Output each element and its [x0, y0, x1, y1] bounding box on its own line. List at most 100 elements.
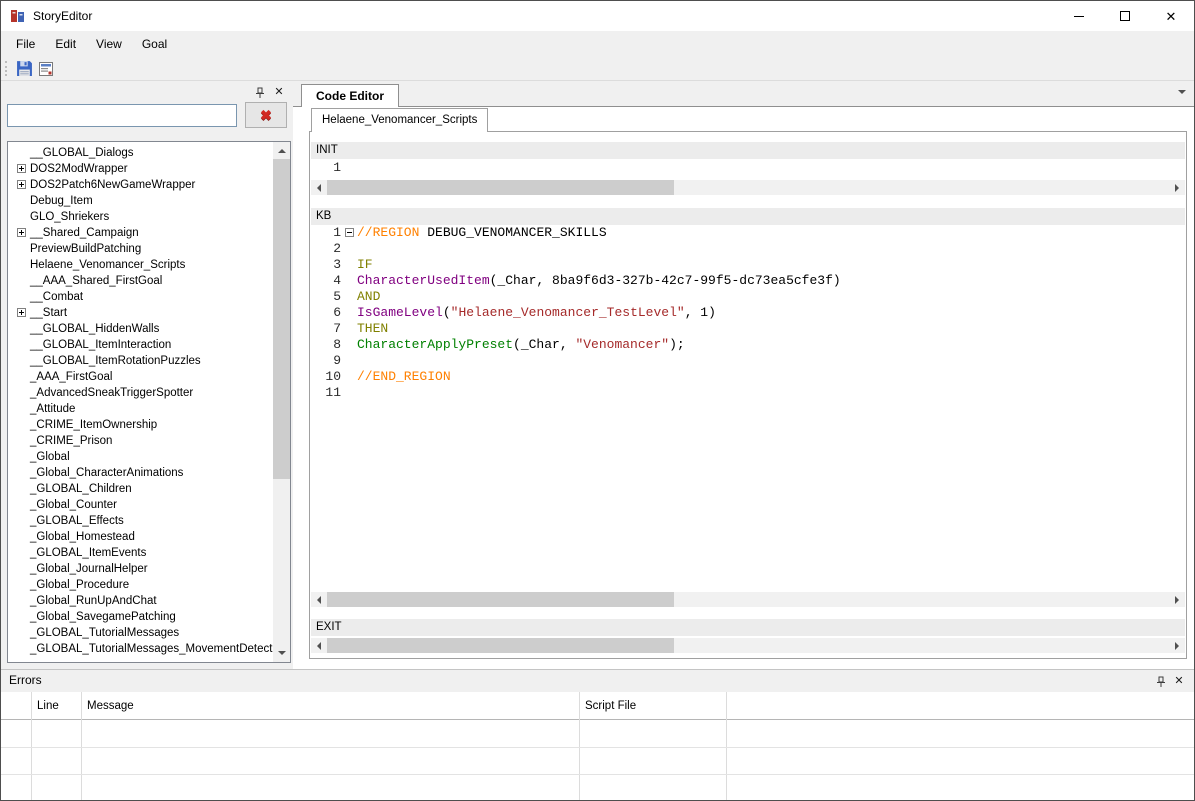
- tree-item[interactable]: _Global_SavegamePatching: [8, 609, 273, 625]
- scroll-left-arrow[interactable]: [311, 592, 326, 607]
- init-horizontal-scrollbar[interactable]: [311, 180, 1185, 195]
- scrollbar-thumb[interactable]: [273, 159, 290, 479]
- tree-item[interactable]: __GLOBAL_ItemInteraction: [8, 337, 273, 353]
- tab-script-file[interactable]: Helaene_Venomancer_Scripts: [311, 108, 489, 132]
- pin-icon[interactable]: [1154, 675, 1168, 689]
- expand-icon[interactable]: [17, 228, 26, 237]
- fold-collapse-icon[interactable]: [345, 228, 354, 237]
- scrollbar-thumb[interactable]: [327, 638, 674, 653]
- tree-vertical-scrollbar[interactable]: [273, 142, 290, 662]
- tree-item-label: __GLOBAL_Dialogs: [30, 147, 134, 159]
- scroll-right-arrow[interactable]: [1170, 592, 1185, 607]
- tree-item[interactable]: GLO_Shriekers: [8, 209, 273, 225]
- scrollbar-thumb[interactable]: [327, 180, 674, 195]
- menu-item-file[interactable]: File: [6, 31, 45, 57]
- expand-icon[interactable]: [17, 164, 26, 173]
- scroll-right-arrow[interactable]: [1170, 638, 1185, 653]
- tree-item-label: _AAA_FirstGoal: [30, 371, 113, 383]
- exit-horizontal-scrollbar[interactable]: [311, 638, 1185, 653]
- scroll-left-arrow[interactable]: [311, 180, 326, 195]
- tree-item[interactable]: __Shared_Campaign: [8, 225, 273, 241]
- code-line: 8 CharacterApplyPreset(_Char, "Venomancer…: [311, 337, 1185, 353]
- goal-search-input[interactable]: [7, 104, 237, 127]
- goals-panel-close-icon[interactable]: ✕: [272, 85, 286, 99]
- line-number: 9: [333, 353, 341, 368]
- tree-item-label: _GLOBAL_TutorialMessages: [30, 627, 180, 639]
- expand-icon[interactable]: [17, 180, 26, 189]
- code-line: 1: [311, 160, 1185, 176]
- maximize-button[interactable]: [1102, 1, 1148, 31]
- tree-item-label: _Global: [30, 451, 70, 463]
- tab-code-editor[interactable]: Code Editor: [301, 84, 399, 107]
- line-number: 8: [333, 337, 341, 352]
- tree-item[interactable]: Debug_Item: [8, 193, 273, 209]
- kb-code-editor[interactable]: 1 //REGION DEBUG_VENOMANCER_SKILLS 2 3 IF 4 Ch…: [311, 225, 1185, 590]
- tree-item[interactable]: _CRIME_Prison: [8, 433, 273, 449]
- goals-panel: ✕ ✖ __GLOBAL_Dialogs DOS2ModWrapper DOS2Pa…: [1, 81, 293, 669]
- menu-item-goal[interactable]: Goal: [132, 31, 177, 57]
- tree-item[interactable]: DOS2ModWrapper: [8, 161, 273, 177]
- clear-search-button[interactable]: ✖: [245, 102, 287, 128]
- generate-definitions-button[interactable]: [35, 58, 57, 80]
- code-text: IsGameLevel("Helaene_Venomancer_TestLeve…: [357, 305, 716, 321]
- tree-item[interactable]: _GLOBAL_TutorialMessages: [8, 625, 273, 641]
- tree-item[interactable]: _GLOBAL_Effects: [8, 513, 273, 529]
- init-code-editor[interactable]: 1: [311, 160, 1185, 178]
- tree-item[interactable]: DOS2Patch6NewGameWrapper: [8, 177, 273, 193]
- tree-item[interactable]: _Global_CharacterAnimations: [8, 465, 273, 481]
- menu-item-edit[interactable]: Edit: [45, 31, 86, 57]
- tree-item[interactable]: _AAA_FirstGoal: [8, 369, 273, 385]
- errors-panel-close-icon[interactable]: ✕: [1172, 674, 1186, 688]
- menu-item-view[interactable]: View: [86, 31, 132, 57]
- close-button[interactable]: ✕: [1148, 1, 1194, 31]
- minimize-button[interactable]: [1056, 1, 1102, 31]
- tree-item[interactable]: _Global_Procedure: [8, 577, 273, 593]
- tree-item[interactable]: _Global_Homestead: [8, 529, 273, 545]
- tree-item[interactable]: __GLOBAL_HiddenWalls: [8, 321, 273, 337]
- tree-item[interactable]: _GLOBAL_ItemEvents: [8, 545, 273, 561]
- fold-slot: [341, 273, 357, 289]
- tree-item-label: _GLOBAL_ItemEvents: [30, 547, 147, 559]
- code-line: 7 THEN: [311, 321, 1185, 337]
- tree-item[interactable]: _GLOBAL_Children: [8, 481, 273, 497]
- code-token-plain: );: [669, 337, 685, 352]
- column-header-line[interactable]: Line: [31, 692, 81, 720]
- pin-icon[interactable]: [253, 86, 267, 100]
- tree-item-label: _Global_RunUpAndChat: [30, 595, 157, 607]
- tree-item[interactable]: _Global_JournalHelper: [8, 561, 273, 577]
- tree-item[interactable]: _AdvancedSneakTriggerSpotter: [8, 385, 273, 401]
- tree-item[interactable]: _GLOBAL_TutorialMessages_MovementDetecti…: [8, 641, 273, 657]
- tree-item[interactable]: _CRIME_ItemOwnership: [8, 417, 273, 433]
- tree-item[interactable]: _Global_Counter: [8, 497, 273, 513]
- tree-item[interactable]: __Combat: [8, 289, 273, 305]
- tree-item[interactable]: _Global: [8, 449, 273, 465]
- scroll-up-arrow[interactable]: [273, 142, 290, 159]
- tree-item-label: DOS2Patch6NewGameWrapper: [30, 179, 196, 191]
- tree-item[interactable]: __GLOBAL_ItemRotationPuzzles: [8, 353, 273, 369]
- expand-icon[interactable]: [17, 308, 26, 317]
- tree-item[interactable]: PreviewBuildPatching: [8, 241, 273, 257]
- tree-item-label: _GLOBAL_Effects: [30, 515, 124, 527]
- scroll-left-arrow[interactable]: [311, 638, 326, 653]
- tree-item[interactable]: _Attitude: [8, 401, 273, 417]
- kb-horizontal-scrollbar[interactable]: [311, 592, 1185, 607]
- fold-slot: [341, 289, 357, 305]
- save-button[interactable]: [13, 58, 35, 80]
- code-line: 4 CharacterUsedItem(_Char, 8ba9f6d3-327b-…: [311, 273, 1185, 289]
- code-token-procedure: IsGameLevel: [357, 305, 443, 320]
- scroll-down-arrow[interactable]: [273, 645, 290, 662]
- column-header-script-file[interactable]: Script File: [579, 692, 726, 720]
- tree-item[interactable]: Helaene_Venomancer_Scripts: [8, 257, 273, 273]
- scrollbar-thumb[interactable]: [327, 592, 674, 607]
- tree-item[interactable]: _Global_RunUpAndChat: [8, 593, 273, 609]
- tree-item[interactable]: __GLOBAL_Dialogs: [8, 145, 273, 161]
- tree-item[interactable]: __AAA_Shared_FirstGoal: [8, 273, 273, 289]
- document-edit-icon: [38, 61, 54, 77]
- column-header-message[interactable]: Message: [81, 692, 579, 720]
- scroll-right-arrow[interactable]: [1170, 180, 1185, 195]
- fold-slot: [341, 337, 357, 353]
- code-token-action: CharacterApplyPreset: [357, 337, 514, 352]
- tree-item-label: _Global_CharacterAnimations: [30, 467, 184, 479]
- close-icon: ✕: [1165, 8, 1177, 24]
- tree-item[interactable]: __Start: [8, 305, 273, 321]
